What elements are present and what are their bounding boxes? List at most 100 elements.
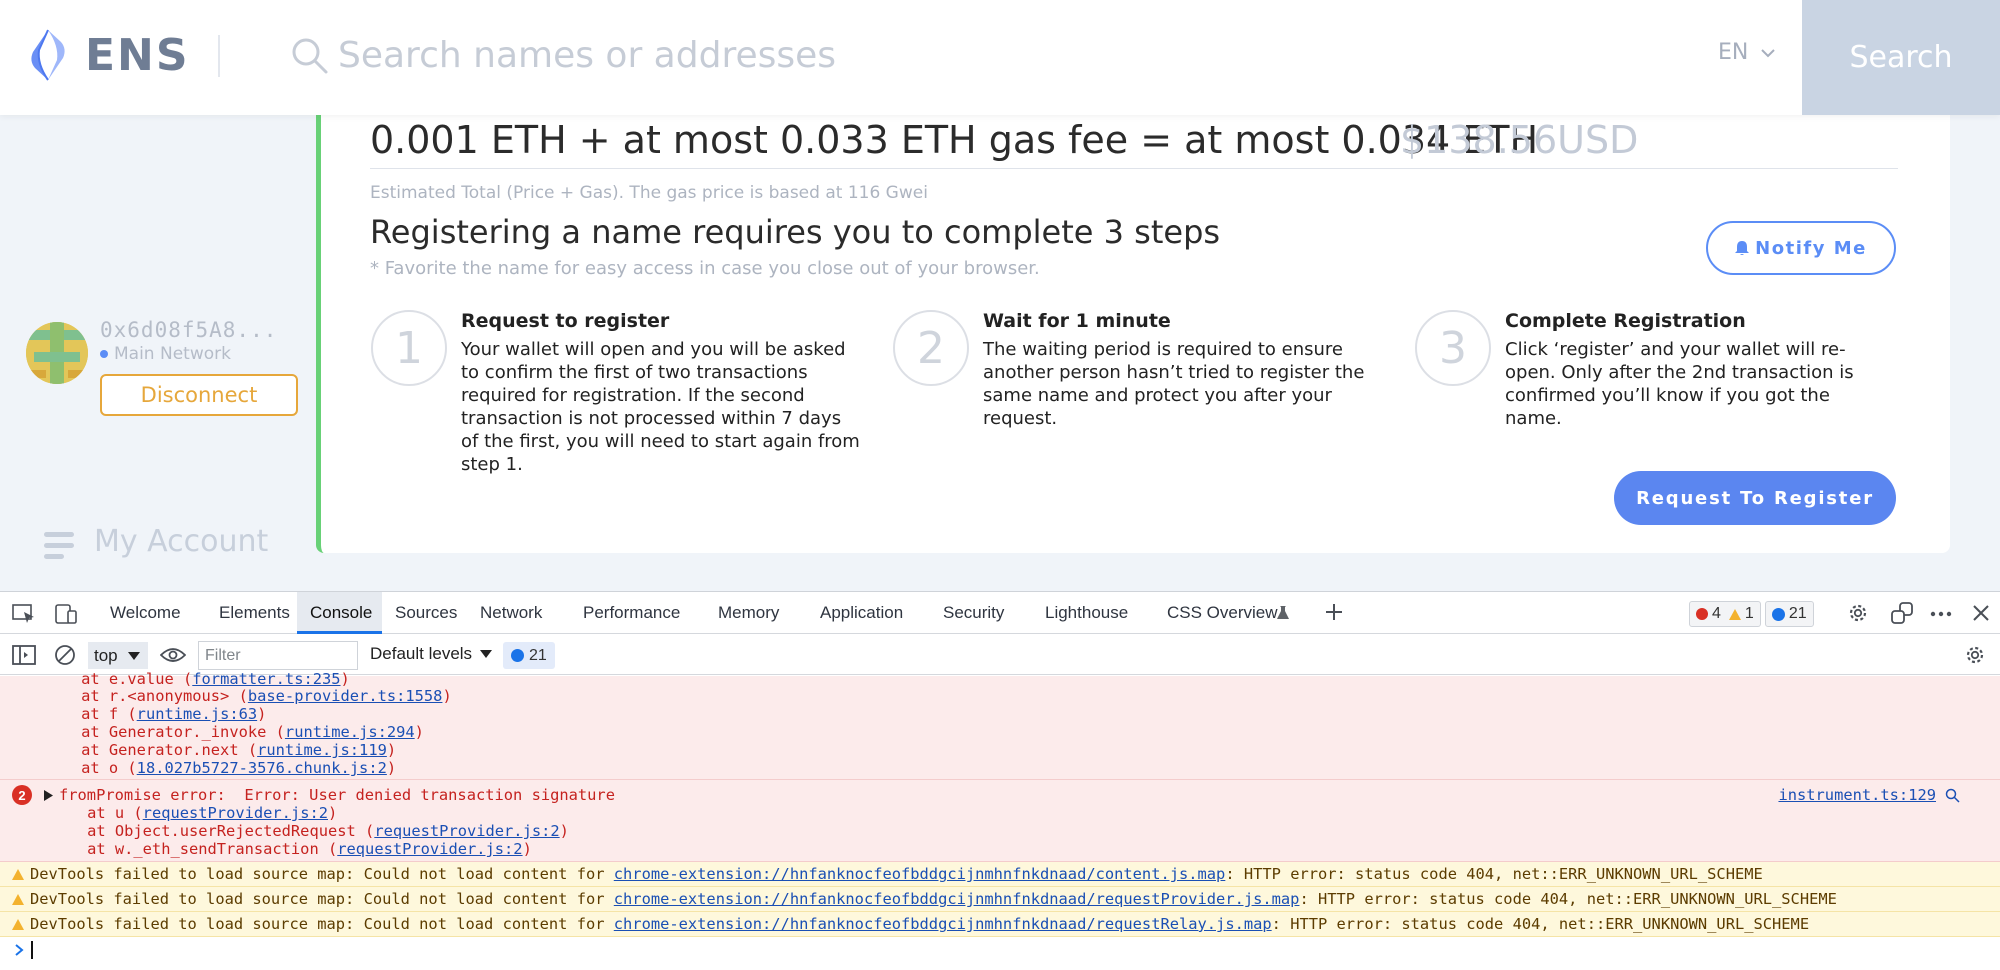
error-source-link[interactable]: instrument.ts:129 xyxy=(1778,786,1936,804)
device-toolbar-icon[interactable] xyxy=(54,603,78,625)
my-account-link[interactable]: My Account xyxy=(94,524,268,559)
dropdown-arrow-icon xyxy=(127,651,140,660)
tab-welcome[interactable]: Welcome xyxy=(110,592,181,634)
message-icon xyxy=(1771,607,1785,621)
menu-icon xyxy=(44,532,74,565)
error-message: fromPromise error: Error: User denied tr… xyxy=(59,786,615,804)
toolbar-message-badge[interactable]: 21 xyxy=(503,642,555,669)
log-levels-dropdown[interactable]: Default levels xyxy=(370,644,493,664)
tab-performance[interactable]: Performance xyxy=(583,592,680,634)
prompt-chevron-icon xyxy=(15,944,24,956)
remote-devices-icon[interactable] xyxy=(1890,601,1914,625)
error-message-block: 2 fromPromise error: Error: User denied … xyxy=(0,780,2000,862)
tab-console[interactable]: Console xyxy=(310,592,372,634)
stack-frame: at f (runtime.js:63) xyxy=(44,705,267,723)
close-icon[interactable] xyxy=(1972,604,1990,622)
ens-logo-icon xyxy=(31,29,65,81)
inspect-element-icon[interactable] xyxy=(12,603,36,625)
stack-frame: at u (requestProvider.js:2) xyxy=(50,804,338,822)
stack-frame: at Generator.next (runtime.js:119) xyxy=(44,741,397,759)
stack-link[interactable]: base-provider.ts:1558 xyxy=(248,687,443,705)
stack-frame: at e.value (formatter.ts:235) xyxy=(44,670,350,688)
more-options-icon[interactable] xyxy=(1930,611,1952,617)
add-tab-icon[interactable] xyxy=(1324,602,1344,622)
gear-icon[interactable] xyxy=(1846,601,1870,625)
disconnect-button[interactable]: Disconnect xyxy=(100,374,298,416)
source-map-link[interactable]: chrome-extension://hnfanknocfeofbddgcijn… xyxy=(614,915,1272,933)
error-count: 4 xyxy=(1712,605,1721,622)
ens-logo[interactable]: ENS xyxy=(25,28,190,82)
step-number: 2 xyxy=(893,310,969,386)
error-warning-badge[interactable]: 4 1 xyxy=(1689,601,1761,627)
logo-text: ENS xyxy=(85,29,190,81)
favorite-note: * Favorite the name for easy access in c… xyxy=(370,258,1040,279)
console-prompt[interactable] xyxy=(0,937,2000,970)
stack-link[interactable]: 18.027b5727-3576.chunk.js:2 xyxy=(137,759,387,777)
tab-sources[interactable]: Sources xyxy=(395,592,457,634)
context-label: top xyxy=(94,645,118,665)
network-indicator: Main Network xyxy=(100,344,231,364)
price-divider xyxy=(370,168,1898,169)
clear-console-icon[interactable] xyxy=(54,644,76,666)
stack-link[interactable]: runtime.js:294 xyxy=(285,723,415,741)
warning-message: DevTools failed to load source map: Coul… xyxy=(0,887,2000,912)
tab-memory[interactable]: Memory xyxy=(718,592,779,634)
text-caret xyxy=(31,941,33,959)
tab-application[interactable]: Application xyxy=(820,592,903,634)
step-description: The waiting period is required to ensure… xyxy=(983,339,1365,429)
source-map-link[interactable]: chrome-extension://hnfanknocfeofbddgcijn… xyxy=(614,890,1300,908)
tab-security[interactable]: Security xyxy=(943,592,1004,634)
error-stack-block: at e.value (formatter.ts:235) at r.<anon… xyxy=(0,670,2000,780)
message-count: 21 xyxy=(1788,605,1807,622)
stack-link[interactable]: requestProvider.js:2 xyxy=(337,840,522,858)
console-toolbar: top Default levels 21 xyxy=(0,635,2000,675)
step-description: Click ‘register’ and your wallet will re… xyxy=(1505,339,1854,429)
stack-link[interactable]: requestProvider.js:2 xyxy=(143,804,328,822)
tab-lighthouse[interactable]: Lighthouse xyxy=(1045,592,1128,634)
console-settings-gear-icon[interactable] xyxy=(1963,643,1987,667)
dropdown-arrow-icon xyxy=(480,650,493,658)
filter-input[interactable] xyxy=(198,641,358,670)
warning-icon xyxy=(1728,608,1741,620)
tab-network[interactable]: Network xyxy=(480,592,542,634)
context-selector[interactable]: top xyxy=(88,642,148,669)
step-description: Your wallet will open and you will be as… xyxy=(461,339,860,475)
steps-title: Registering a name requires you to compl… xyxy=(370,213,1221,251)
notify-me-button[interactable]: Notify Me xyxy=(1706,221,1896,275)
devtools-tabbar: Welcome Elements Console Sources Network… xyxy=(0,592,2000,634)
expand-triangle-icon[interactable] xyxy=(44,790,53,801)
step-title: Wait for 1 minute xyxy=(983,310,1171,332)
issue-counters[interactable]: 4 1 21 xyxy=(1689,601,1814,627)
stack-link[interactable]: runtime.js:63 xyxy=(137,705,257,723)
search-input[interactable] xyxy=(338,25,1638,85)
language-label: EN xyxy=(1718,40,1749,65)
language-selector[interactable]: EN xyxy=(1718,40,1776,65)
devtools-panel: Welcome Elements Console Sources Network… xyxy=(0,591,2000,970)
sidebar-toggle-icon[interactable] xyxy=(12,644,36,666)
estimate-note: Estimated Total (Price + Gas). The gas p… xyxy=(370,183,928,203)
avatar xyxy=(26,322,88,384)
stack-link[interactable]: formatter.ts:235 xyxy=(192,670,340,688)
stack-frame: at Generator._invoke (runtime.js:294) xyxy=(44,723,424,741)
stack-link[interactable]: runtime.js:119 xyxy=(257,741,387,759)
tab-css-overview[interactable]: CSS Overview xyxy=(1167,592,1278,634)
network-label: Main Network xyxy=(114,344,231,364)
warning-icon xyxy=(12,869,24,880)
eye-icon[interactable] xyxy=(160,646,186,664)
warning-icon xyxy=(12,919,24,930)
search-issue-icon[interactable] xyxy=(1945,788,1960,803)
request-to-register-button[interactable]: Request To Register xyxy=(1614,471,1896,525)
tab-elements[interactable]: Elements xyxy=(219,592,290,634)
stack-frame: at Object.userRejectedRequest (requestPr… xyxy=(50,822,569,840)
wallet-address: 0x6d08f5A8... xyxy=(100,318,278,342)
source-map-link[interactable]: chrome-extension://hnfanknocfeofbddgcijn… xyxy=(614,865,1226,883)
search-button[interactable]: Search xyxy=(1802,0,2000,115)
messages-badge[interactable]: 21 xyxy=(1764,601,1814,627)
stack-link[interactable]: requestProvider.js:2 xyxy=(374,822,559,840)
step-title: Complete Registration xyxy=(1505,310,1746,332)
stack-frame: at o (18.027b5727-3576.chunk.js:2) xyxy=(44,759,397,777)
error-repeat-count: 2 xyxy=(12,785,32,805)
warning-count: 1 xyxy=(1744,605,1754,622)
step-number: 3 xyxy=(1415,310,1491,386)
warning-icon xyxy=(12,894,24,905)
